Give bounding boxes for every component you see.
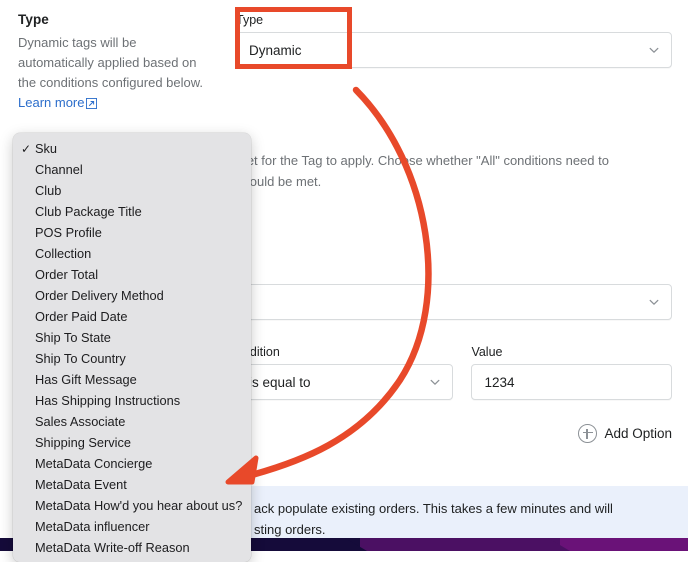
- menu-item-label: Has Gift Message: [35, 372, 137, 387]
- attribute-dropdown-menu[interactable]: ✓ Sku Channel Club Club Package Title POS Pro…: [13, 133, 251, 562]
- menu-item-label: Sales Associate: [35, 414, 126, 429]
- condition-select-value: is equal to: [249, 374, 311, 390]
- type-field-group: Type Dynamic: [236, 12, 672, 68]
- type-select-value: Dynamic: [249, 42, 302, 58]
- menu-item-label: MetaData Write-off Reason: [35, 540, 190, 555]
- plus-circle-icon: [578, 424, 598, 443]
- menu-item[interactable]: Order Total: [13, 264, 251, 285]
- menu-item-label: POS Profile: [35, 225, 102, 240]
- menu-item[interactable]: Has Shipping Instructions: [13, 390, 251, 411]
- condition-select[interactable]: is equal to: [236, 364, 454, 400]
- menu-item[interactable]: Ship To State: [13, 327, 251, 348]
- page-title: Type: [18, 12, 49, 27]
- chevron-down-icon: [647, 43, 661, 57]
- menu-item-label: Ship To Country: [35, 351, 126, 366]
- menu-item-label: MetaData Event: [35, 477, 127, 492]
- external-link-icon: [86, 95, 98, 115]
- type-select[interactable]: Dynamic: [236, 32, 672, 68]
- menu-item[interactable]: Ship To Country: [13, 348, 251, 369]
- menu-item[interactable]: MetaData How'd you hear about us?: [13, 495, 251, 516]
- info-banner-line-2: sting orders.: [254, 522, 326, 537]
- menu-item[interactable]: MetaData influencer: [13, 516, 251, 537]
- value-input[interactable]: 1234: [471, 364, 672, 400]
- menu-item[interactable]: Sales Associate: [13, 411, 251, 432]
- menu-item[interactable]: Club: [13, 180, 251, 201]
- menu-item-label: Collection: [35, 246, 92, 261]
- chevron-down-icon: [428, 375, 442, 389]
- menu-item[interactable]: MetaData Concierge: [13, 453, 251, 474]
- condition-field-label: ondition: [236, 345, 280, 359]
- menu-item[interactable]: Channel: [13, 159, 251, 180]
- menu-item[interactable]: Order Delivery Method: [13, 285, 251, 306]
- type-description-text: Dynamic tags will be automatically appli…: [18, 33, 214, 115]
- menu-item[interactable]: Club Package Title: [13, 201, 251, 222]
- conditions-help-text: met for the Tag to apply. Choose whether…: [236, 150, 676, 192]
- menu-item[interactable]: Collection: [13, 243, 251, 264]
- value-field-label: Value: [471, 345, 503, 359]
- menu-item[interactable]: Shipping Service: [13, 432, 251, 453]
- add-option-button[interactable]: Add Option: [578, 424, 672, 443]
- menu-item[interactable]: MetaData Event: [13, 474, 251, 495]
- type-field-label: Type: [236, 13, 264, 27]
- menu-item-label: Club Package Title: [35, 204, 142, 219]
- menu-item-label: Sku: [35, 141, 58, 156]
- menu-item-label: Order Paid Date: [35, 309, 128, 324]
- menu-item[interactable]: POS Profile: [13, 222, 251, 243]
- menu-item-label: Club: [35, 183, 62, 198]
- condition-value-row: ondition is equal to Value 1234: [236, 344, 672, 400]
- check-icon: ✓: [21, 141, 32, 156]
- condition-field-group: ondition is equal to: [236, 344, 454, 400]
- resource-select[interactable]: [236, 284, 672, 320]
- value-field-group: Value 1234: [471, 344, 672, 400]
- menu-item-label: Order Delivery Method: [35, 288, 164, 303]
- value-input-value: 1234: [484, 374, 515, 390]
- info-banner-line-1: ack populate existing orders. This takes…: [254, 501, 613, 516]
- menu-item-label: MetaData Concierge: [35, 456, 153, 471]
- learn-more-link[interactable]: Learn more: [18, 95, 84, 110]
- tag-form-panel: Type Dynamic met for the Tag to apply. C…: [232, 0, 688, 551]
- menu-item-label: Has Shipping Instructions: [35, 393, 181, 408]
- app-canvas: Type Dynamic tags will be automatically …: [0, 0, 688, 562]
- menu-item-label: MetaData How'd you hear about us?: [35, 498, 243, 513]
- menu-item[interactable]: MetaData Write-off Reason: [13, 537, 251, 558]
- menu-item[interactable]: Has Gift Message: [13, 369, 251, 390]
- resource-field-group: [236, 284, 672, 320]
- info-banner: ack populate existing orders. This takes…: [240, 486, 688, 544]
- menu-item[interactable]: ✓ Sku: [13, 138, 251, 159]
- conditions-help-line-2: should be met.: [236, 174, 322, 189]
- menu-item-label: Shipping Service: [35, 435, 132, 450]
- chevron-down-icon: [647, 295, 661, 309]
- menu-item-label: Ship To State: [35, 330, 111, 345]
- conditions-help-line-1: met for the Tag to apply. Choose whether…: [236, 153, 609, 168]
- menu-item-label: Channel: [35, 162, 83, 177]
- menu-item-label: Order Total: [35, 267, 99, 282]
- menu-item-label: MetaData influencer: [35, 519, 150, 534]
- chrome-magenta-segment: [560, 538, 688, 551]
- menu-item[interactable]: Order Paid Date: [13, 306, 251, 327]
- type-description-body: Dynamic tags will be automatically appli…: [18, 35, 204, 90]
- add-option-label: Add Option: [604, 426, 672, 441]
